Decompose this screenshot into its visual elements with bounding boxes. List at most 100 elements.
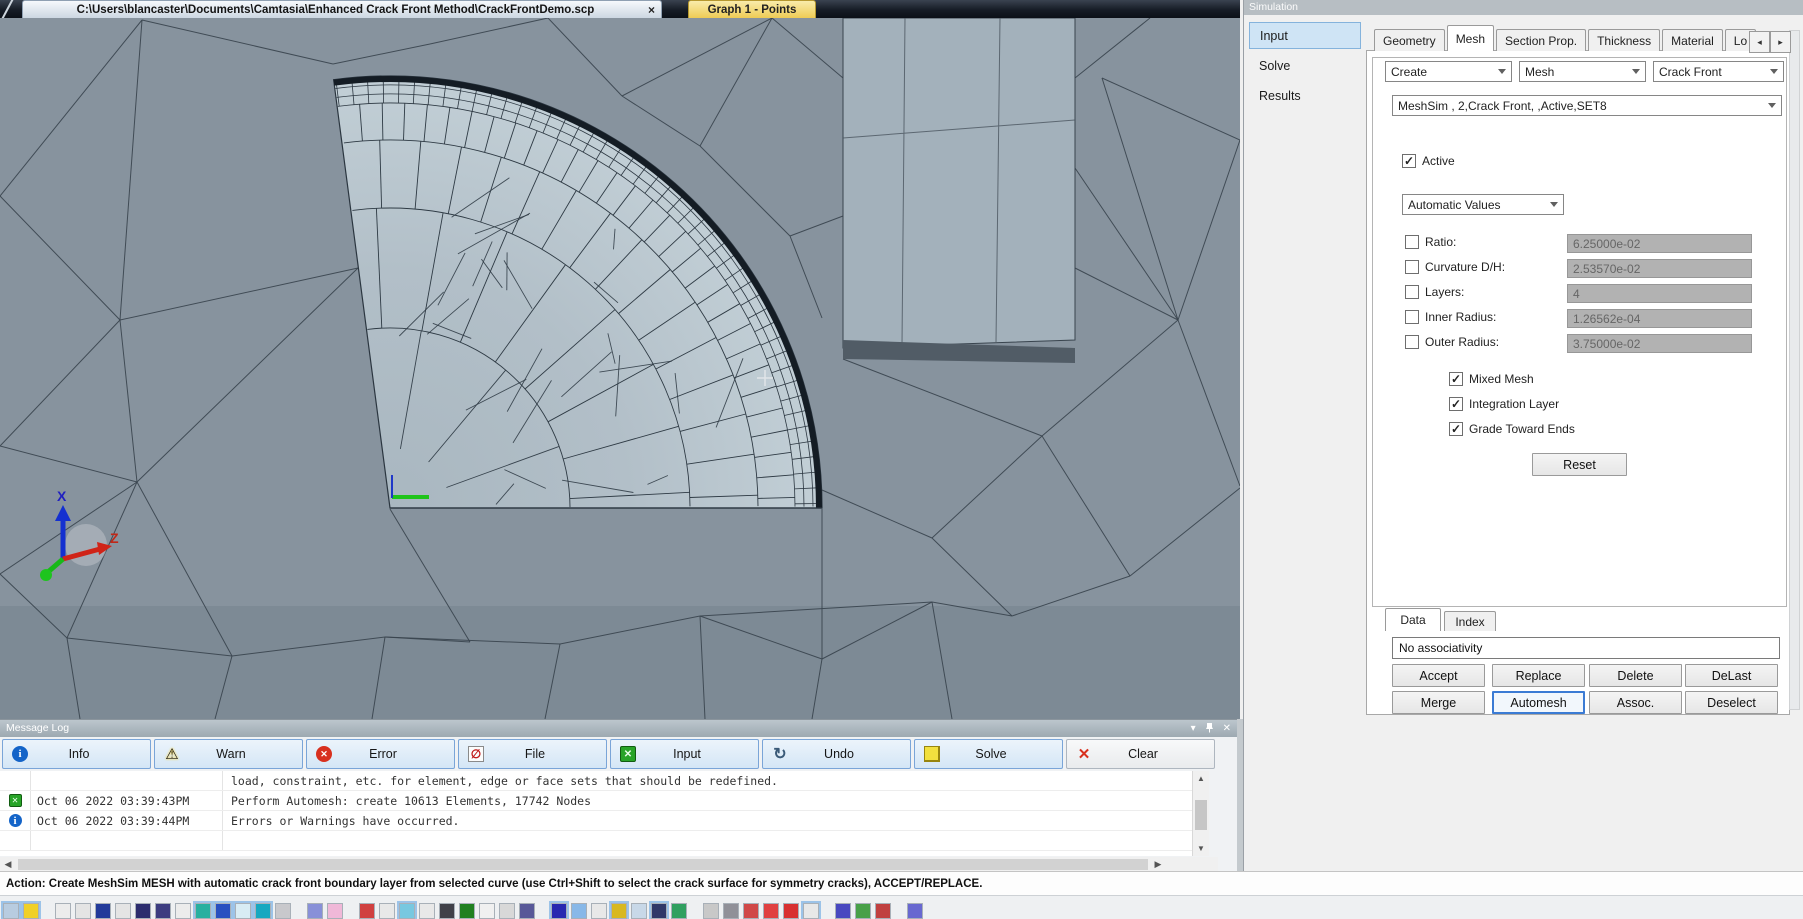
tab-scroll-right-icon[interactable]: ▸ <box>1770 31 1791 53</box>
close-icon[interactable]: × <box>648 3 655 17</box>
tab-mesh[interactable]: Mesh <box>1447 25 1494 51</box>
log-horizontal-scrollbar[interactable]: ◀ ▶ <box>0 857 1218 872</box>
sidebar-item-results[interactable]: Results <box>1249 82 1361 109</box>
tab-section-prop[interactable]: Section Prop. <box>1496 29 1586 51</box>
delast-button[interactable]: DeLast <box>1685 664 1778 687</box>
integration-layer-checkbox[interactable]: ✓ <box>1449 397 1463 411</box>
type-dropdown[interactable]: Crack Front <box>1653 61 1784 82</box>
tab-geometry[interactable]: Geometry <box>1374 29 1445 51</box>
active-checkbox[interactable]: ✓ <box>1402 154 1416 168</box>
inner-radius-checkbox[interactable] <box>1405 310 1419 324</box>
associativity-field[interactable]: No associativity <box>1392 637 1780 659</box>
toolbar-icon[interactable] <box>835 903 851 919</box>
grade-toward-ends-checkbox[interactable]: ✓ <box>1449 422 1463 436</box>
toolbar-icon[interactable] <box>23 903 39 919</box>
entity-dropdown[interactable]: Mesh <box>1519 61 1646 82</box>
tab-thickness[interactable]: Thickness <box>1588 29 1660 51</box>
collapse-icon[interactable]: ▾ <box>1191 723 1196 734</box>
tab-data[interactable]: Data <box>1385 608 1441 631</box>
toolbar-icon[interactable] <box>399 903 415 919</box>
tab-material[interactable]: Material <box>1662 29 1723 51</box>
toolbar-icon[interactable] <box>783 903 799 919</box>
deselect-button[interactable]: Deselect <box>1685 691 1778 714</box>
log-vertical-scrollbar[interactable]: ▲ ▼ <box>1192 771 1209 856</box>
scroll-left-icon[interactable]: ◀ <box>0 859 16 870</box>
toolbar-icon[interactable] <box>519 903 535 919</box>
mesh-item-dropdown[interactable]: MeshSim , 2,Crack Front, ,Active,SET8 <box>1392 95 1782 116</box>
assoc-button[interactable]: Assoc. <box>1589 691 1682 714</box>
toolbar-icon[interactable] <box>703 903 719 919</box>
values-mode-dropdown[interactable]: Automatic Values <box>1402 194 1564 215</box>
toolbar-icon[interactable] <box>235 903 251 919</box>
tab-scroll-left-icon[interactable]: ◂ <box>1749 31 1770 53</box>
graph-tab[interactable]: Graph 1 - Points <box>688 0 816 18</box>
toolbar-icon[interactable] <box>499 903 515 919</box>
toolbar-icon[interactable] <box>551 903 567 919</box>
inner-radius-input[interactable]: 1.26562e-04 <box>1567 309 1752 328</box>
mixed-mesh-checkbox[interactable]: ✓ <box>1449 372 1463 386</box>
toolbar-icon[interactable] <box>175 903 191 919</box>
toolbar-icon[interactable] <box>327 903 343 919</box>
accept-button[interactable]: Accept <box>1392 664 1485 687</box>
curvature-checkbox[interactable] <box>1405 260 1419 274</box>
warn-button[interactable]: Warn <box>154 739 303 769</box>
sidebar-item-solve[interactable]: Solve <box>1249 52 1361 79</box>
outer-radius-input[interactable]: 3.75000e-02 <box>1567 334 1752 353</box>
toolbar-icon[interactable] <box>591 903 607 919</box>
toolbar-icon[interactable] <box>419 903 435 919</box>
file-tab[interactable]: C:\Users\blancaster\Documents\Camtasia\E… <box>22 0 662 18</box>
scrollbar-thumb[interactable] <box>1195 800 1207 830</box>
toolbar-icon[interactable] <box>743 903 759 919</box>
toolbar-icon[interactable] <box>95 903 111 919</box>
layers-checkbox[interactable] <box>1405 285 1419 299</box>
toolbar-icon[interactable] <box>115 903 131 919</box>
toolbar-icon[interactable] <box>875 903 891 919</box>
dock-splitter[interactable] <box>1237 719 1243 871</box>
toolbar-icon[interactable] <box>135 903 151 919</box>
panel-scrollbar[interactable] <box>1789 30 1800 710</box>
toolbar-icon[interactable] <box>55 903 71 919</box>
toolbar-icon[interactable] <box>75 903 91 919</box>
toolbar-icon[interactable] <box>611 903 627 919</box>
delete-button[interactable]: Delete <box>1589 664 1682 687</box>
solve-button[interactable]: Solve <box>914 739 1063 769</box>
replace-button[interactable]: Replace <box>1492 664 1585 687</box>
toolbar-icon[interactable] <box>723 903 739 919</box>
clear-button[interactable]: Clear <box>1066 739 1215 769</box>
ratio-input[interactable]: 6.25000e-02 <box>1567 234 1752 253</box>
toolbar-icon[interactable] <box>3 903 19 919</box>
log-row[interactable]: Oct 06 2022 03:39:44PM Errors or Warning… <box>0 811 1192 831</box>
pin-icon[interactable] <box>1205 722 1214 736</box>
file-button[interactable]: File <box>458 739 607 769</box>
toolbar-icon[interactable] <box>571 903 587 919</box>
close-icon[interactable]: ✕ <box>1223 723 1231 734</box>
merge-button[interactable]: Merge <box>1392 691 1485 714</box>
scroll-right-icon[interactable]: ▶ <box>1150 859 1166 870</box>
toolbar-icon[interactable] <box>855 903 871 919</box>
ratio-checkbox[interactable] <box>1405 235 1419 249</box>
input-button[interactable]: Input <box>610 739 759 769</box>
error-button[interactable]: Error <box>306 739 455 769</box>
toolbar-icon[interactable] <box>671 903 687 919</box>
toolbar-icon[interactable] <box>275 903 291 919</box>
toolbar-icon[interactable] <box>439 903 455 919</box>
reset-button[interactable]: Reset <box>1532 453 1627 476</box>
tab-index[interactable]: Index <box>1444 611 1496 631</box>
toolbar-icon[interactable] <box>763 903 779 919</box>
toolbar-icon[interactable] <box>651 903 667 919</box>
action-dropdown[interactable]: Create <box>1385 61 1512 82</box>
toolbar-icon[interactable] <box>459 903 475 919</box>
outer-radius-checkbox[interactable] <box>1405 335 1419 349</box>
sidebar-item-input[interactable]: Input <box>1249 22 1361 49</box>
scroll-down-icon[interactable]: ▼ <box>1193 841 1209 856</box>
automesh-button[interactable]: Automesh <box>1492 691 1585 714</box>
toolbar-icon[interactable] <box>379 903 395 919</box>
info-button[interactable]: Info <box>2 739 151 769</box>
log-row[interactable]: Oct 06 2022 03:39:43PM Perform Automesh:… <box>0 791 1192 811</box>
toolbar-icon[interactable] <box>255 903 271 919</box>
toolbar-icon[interactable] <box>803 903 819 919</box>
toolbar-icon[interactable] <box>631 903 647 919</box>
scroll-up-icon[interactable]: ▲ <box>1193 771 1209 786</box>
toolbar-icon[interactable] <box>195 903 211 919</box>
toolbar-icon[interactable] <box>907 903 923 919</box>
